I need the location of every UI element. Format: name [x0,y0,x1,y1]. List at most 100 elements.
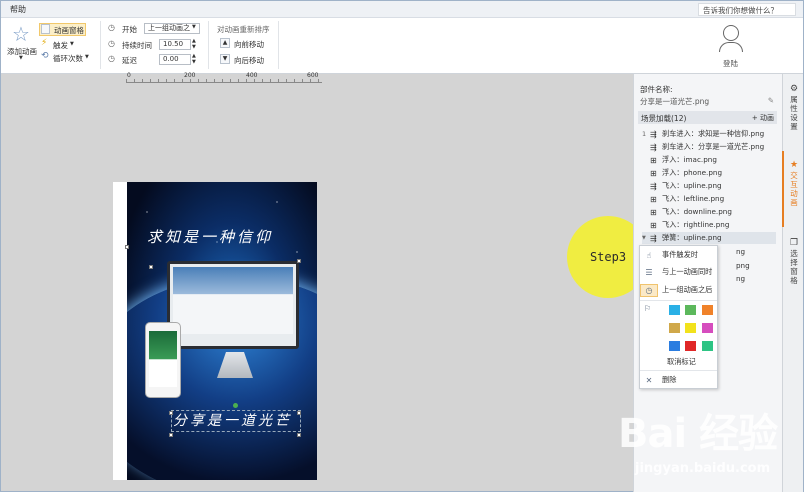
move-forward-label: 向前移动 [234,40,264,49]
spring-icon: ⇶ [650,233,657,243]
animation-item[interactable]: png [736,259,776,271]
delay-label: 延迟 [122,56,137,65]
poster-title-1[interactable]: 求知是一种信仰 [147,226,273,247]
edit-icon[interactable]: ✎ [768,96,774,105]
animation-item[interactable]: ⇶ 飞入：upline.png [642,180,776,192]
resize-handle[interactable] [169,433,173,437]
ribbon-divider [208,21,209,69]
dropdown-arrow-icon: ▼ [85,54,89,60]
color-swatch[interactable] [702,323,713,333]
chevron-down-icon[interactable]: ▼ [192,24,196,30]
duration-input[interactable]: 10.50 [159,39,191,50]
baidu-watermark: Bai 经验 [618,411,778,457]
animation-item-label: 飞入：upline.png [662,181,722,190]
menu-divider [640,300,717,301]
menu-item-on-event[interactable]: ☝ 事件触发时 [640,248,717,262]
phone-image[interactable] [145,322,181,398]
animation-item[interactable]: ⇶ 刹车进入：分享是一道光芒.png [642,141,776,153]
menu-item-label: 取消标记 [667,357,696,366]
tab-properties[interactable]: ⚙ 属性设置 [787,85,801,132]
add-animation-link[interactable]: + 动画 [752,113,774,123]
horizontal-ruler: 0 200 400 600 [126,72,322,85]
ruler-label: 600 [307,72,319,79]
title-bar [1,1,803,18]
ruler-label: 200 [184,72,196,79]
animation-item[interactable]: ⊞ 飞入：downline.png [642,206,776,218]
menu-item-label: 上一组动画之后 [662,285,713,294]
animation-item[interactable]: ⊞ 浮入：imac.png [642,154,776,166]
tab-selection[interactable]: ❐ 选择窗格 [787,239,801,286]
fly-in-icon: ⊞ [650,194,657,204]
loop-count-button[interactable]: ⟲ 循环次数 ▼ [41,51,93,63]
resize-handle[interactable] [169,411,173,415]
clear-marker-item[interactable]: 取消标记 [640,355,717,369]
color-swatch[interactable] [685,341,696,351]
fly-in-icon: ⊞ [650,207,657,217]
resize-handle[interactable] [297,433,301,437]
delete-item[interactable]: ✕ 删除 [640,373,717,387]
add-animation-button[interactable]: ☆ 添加动画 ▼ [7,22,37,61]
tell-me-search[interactable]: 告诉我们你想做什么？ [698,3,796,16]
resize-handle[interactable] [297,259,301,263]
animation-item-selected[interactable]: ▼ ⇶ 弹簧：upline.png [642,232,776,244]
animation-item[interactable]: ⊞ 浮入：phone.png [642,167,776,179]
move-backward-button[interactable]: ▼ 向后移动 [220,54,272,65]
color-swatch[interactable] [669,341,680,351]
user-icon [723,25,739,41]
selection-box[interactable] [171,410,301,432]
row-dropdown-icon[interactable]: ▼ [642,235,650,241]
float-in-icon: ⊞ [650,155,657,165]
move-forward-button[interactable]: ▲ 向前移动 [220,38,272,49]
resize-handle[interactable] [149,265,153,269]
poster-image[interactable]: 求知是一种信仰 分享是一道光芒 [127,182,317,480]
active-tab-indicator [782,151,784,227]
animation-pane-button[interactable]: 动画窗格 [39,23,86,36]
animation-item[interactable]: 1 ⇶ 刹车进入：求知是一种信仰.png [642,128,776,140]
component-name-field[interactable]: 分享是一道光芒.png ✎ [640,96,776,107]
color-swatch[interactable] [685,323,696,333]
login-button[interactable]: 登陆 [717,23,747,68]
move-backward-label: 向后移动 [234,56,264,65]
fly-in-icon: ⇶ [650,181,657,191]
after-previous-icon: ◷ [640,283,658,297]
resize-handle[interactable] [297,411,301,415]
color-swatch[interactable] [685,305,696,315]
lightning-icon: ⚡ [41,38,48,48]
animation-effect-icon: ⇶ [650,142,657,152]
duration-stepper[interactable]: ▲ ▼ [192,38,196,50]
duration-clock-icon: ◷ [108,39,115,48]
resize-handle[interactable] [125,245,129,249]
tab-interaction[interactable]: ★ 交互动画 [787,160,801,208]
color-swatch[interactable] [669,305,680,315]
animation-item-label: ng [736,273,746,283]
star-icon: ☆ [12,22,30,46]
animation-item[interactable]: ng [736,272,776,284]
phone-screen [149,331,177,387]
color-swatch[interactable] [702,305,713,315]
menu-help[interactable]: 帮助 [10,4,26,15]
ruler-ticks [126,79,322,83]
delay-stepper[interactable]: ▲ ▼ [192,53,196,65]
animation-pane-label: 动画窗格 [54,26,84,35]
animation-item[interactable]: ⊞ 飞入：rightline.png [642,219,776,231]
imac-image[interactable] [167,261,299,349]
animation-item[interactable]: ng [736,245,776,257]
color-swatch[interactable] [669,323,680,333]
menu-item-after-previous[interactable]: ◷ 上一组动画之后 [640,283,717,297]
animation-item-label: 飞入：rightline.png [662,220,730,229]
tab-label: 选择窗格 [790,249,798,285]
trigger-button[interactable]: ⚡ 触发 ▼ [41,38,85,50]
delay-input[interactable]: 0.00 [159,54,191,65]
rotate-handle[interactable] [233,403,238,408]
menu-item-label: 事件触发时 [662,250,698,259]
color-swatch[interactable] [702,341,713,351]
animation-item[interactable]: ⊞ 飞入：leftline.png [642,193,776,205]
start-context-menu: ☝ 事件触发时 ☰ 与上一动画同时 ◷ 上一组动画之后 ⚐ 取消标记 ✕ 删除 [639,245,718,389]
menu-item-with-previous[interactable]: ☰ 与上一动画同时 [640,265,717,279]
delete-icon: ✕ [645,375,653,385]
menu-item-label: 删除 [662,375,677,384]
animation-item-label: 浮入：phone.png [662,168,723,177]
star-icon: ★ [789,160,799,170]
arrow-up-icon: ▲ [220,38,230,48]
ribbon-divider [278,21,279,69]
